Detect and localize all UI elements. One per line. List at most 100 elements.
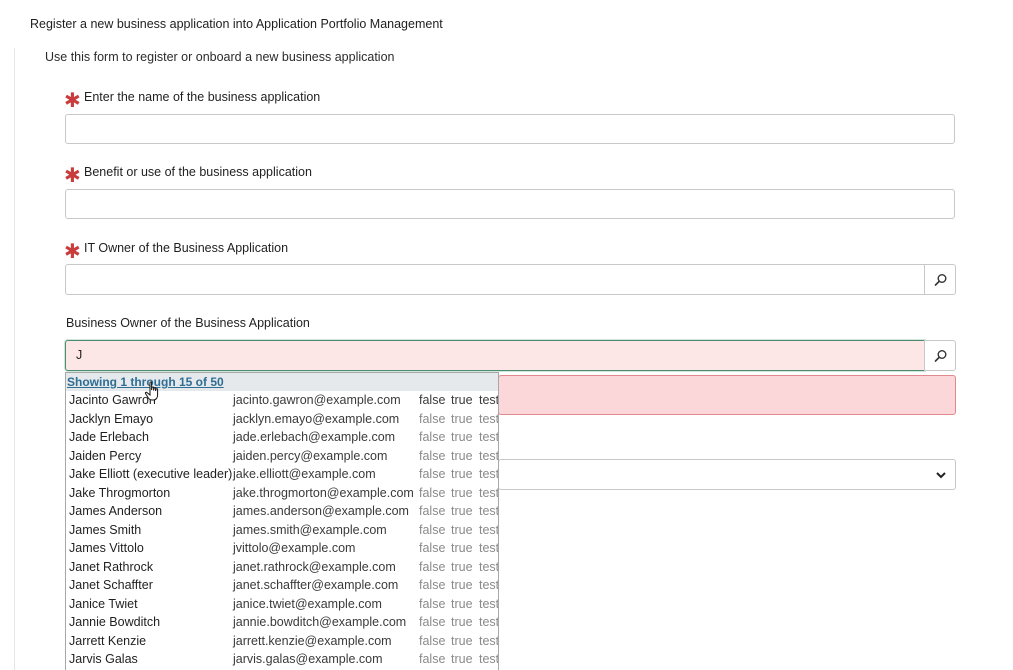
tag-cell: test	[479, 615, 499, 629]
tag-cell: test	[479, 633, 499, 648]
user-email-cell: janice.twiet@example.com	[233, 596, 382, 611]
chevron-down-icon	[936, 472, 946, 479]
flag-cell: false	[419, 522, 446, 537]
flag-cell: true	[451, 411, 473, 426]
user-name-cell: Jacklyn Emayo	[69, 411, 154, 426]
autocomplete-row[interactable]: Jacklyn Emayo jacklyn.emayo@example.com fa…	[66, 410, 498, 429]
autocomplete-row[interactable]: Jarrett Kenzie jarrett.kenzie@example.com…	[66, 632, 498, 651]
autocomplete-row[interactable]: James Anderson james.anderson@example.com…	[66, 502, 498, 521]
tag-cell: test	[479, 467, 499, 481]
section-divider	[14, 48, 15, 670]
catalog-form-page: Register a new business application into…	[0, 0, 1013, 670]
tag-cell: test	[479, 596, 499, 611]
autocomplete-row[interactable]: Jake Throgmorton jake.throgmorton@example…	[66, 484, 498, 503]
user-name-cell: Jarvis Galas	[69, 652, 138, 666]
autocomplete-row[interactable]: Janet Schaffter janet.schaffter@example.c…	[66, 576, 498, 595]
user-name-cell: Jarrett Kenzie	[69, 633, 147, 648]
choice-select[interactable]	[498, 459, 956, 490]
flag-cell: true	[451, 578, 473, 592]
form-description: Use this form to register or onboard a n…	[45, 50, 395, 64]
benefit-input[interactable]	[65, 189, 955, 219]
autocomplete-dropdown: Showing 1 through 15 of 50 Jacinto Gawro…	[65, 372, 499, 670]
benefit-field-label: Benefit or use of the business applicati…	[84, 165, 312, 179]
tag-cell: test	[479, 522, 499, 537]
user-email-cell: janet.schaffter@example.com	[233, 578, 399, 592]
results-count-link[interactable]: Showing 1 through 15 of 50	[66, 373, 498, 391]
business-owner-lookup-button[interactable]	[924, 340, 956, 371]
flag-cell: true	[451, 504, 473, 518]
asterisk-icon: ✱	[64, 88, 81, 112]
flag-cell: true	[451, 485, 473, 500]
flag-cell: false	[419, 485, 446, 500]
flag-cell: true	[451, 652, 473, 666]
user-email-cell: jake.throgmorton@example.com	[233, 485, 414, 500]
it-owner-field-label: IT Owner of the Business Application	[84, 241, 289, 255]
form-title: Register a new business application into…	[30, 17, 443, 31]
user-email-cell: jake.elliott@example.com	[233, 467, 376, 481]
autocomplete-list: Jacinto Gawron jacinto.gawron@example.com…	[66, 391, 498, 669]
flag-cell: false	[419, 411, 446, 426]
user-name-cell: Jacinto Gawron	[69, 393, 156, 407]
user-email-cell: jaiden.percy@example.com	[233, 448, 388, 463]
flag-cell: true	[451, 615, 473, 629]
tag-cell: test	[479, 578, 499, 592]
flag-cell: true	[451, 430, 473, 444]
business-owner-field-label: Business Owner of the Business Applicati…	[66, 316, 310, 330]
hand-pointer-icon	[144, 381, 159, 401]
tag-cell: test	[479, 430, 499, 444]
flag-cell: false	[419, 541, 446, 555]
autocomplete-row[interactable]: Janice Twiet janice.twiet@example.com fals…	[66, 595, 498, 614]
user-name-cell: Jake Elliott (executive leader)	[69, 467, 233, 481]
name-field-label: Enter the name of the business applicati…	[84, 90, 321, 104]
user-name-cell: James Vittolo	[69, 541, 144, 555]
autocomplete-row[interactable]: Jarvis Galas jarvis.galas@example.com fals…	[66, 650, 498, 669]
autocomplete-row[interactable]: James Vittolo jvittolo@example.com false tr…	[66, 539, 498, 558]
application-name-input[interactable]	[65, 114, 955, 144]
tag-cell: test	[479, 559, 499, 574]
autocomplete-row[interactable]: Jaiden Percy jaiden.percy@example.com fals…	[66, 447, 498, 466]
user-email-cell: jarvis.galas@example.com	[233, 652, 383, 666]
asterisk-icon: ✱	[64, 239, 81, 263]
it-owner-input[interactable]	[65, 264, 925, 295]
autocomplete-row[interactable]: James Smith james.smith@example.com false t…	[66, 521, 498, 540]
tag-cell: test	[479, 504, 499, 518]
user-name-cell: Jannie Bowditch	[69, 615, 161, 629]
autocomplete-row[interactable]: Jannie Bowditch jannie.bowditch@example.c…	[66, 613, 498, 632]
business-owner-input[interactable]: J	[65, 340, 925, 371]
user-email-cell: jade.erlebach@example.com	[233, 430, 396, 444]
flag-cell: false	[419, 430, 446, 444]
flag-cell: true	[451, 541, 473, 555]
flag-cell: true	[451, 559, 473, 574]
autocomplete-row[interactable]: Jade Erlebach jade.erlebach@example.com fa…	[66, 428, 498, 447]
tag-cell: test	[479, 541, 499, 555]
user-email-cell: janet.rathrock@example.com	[233, 559, 396, 574]
flag-cell: true	[451, 596, 473, 611]
user-email-cell: jacklyn.emayo@example.com	[233, 411, 400, 426]
flag-cell: false	[419, 448, 446, 463]
autocomplete-row[interactable]: Jacinto Gawron jacinto.gawron@example.com…	[66, 391, 498, 410]
autocomplete-row[interactable]: Janet Rathrock janet.rathrock@example.com…	[66, 558, 498, 577]
flag-cell: false	[419, 596, 446, 611]
tag-cell: test	[479, 485, 499, 500]
flag-cell: false	[419, 504, 446, 518]
flag-cell: false	[419, 633, 446, 648]
flag-cell: false	[419, 393, 446, 407]
it-owner-lookup-button[interactable]	[924, 264, 956, 295]
autocomplete-row[interactable]: Jake Elliott (executive leader) jake.elli…	[66, 465, 498, 484]
user-name-cell: James Smith	[69, 522, 142, 537]
flag-cell: false	[419, 615, 446, 629]
user-name-cell: James Anderson	[69, 504, 163, 518]
tag-cell: test	[479, 652, 499, 666]
tag-cell: test	[479, 411, 499, 426]
user-name-cell: Janet Schaffter	[69, 578, 153, 592]
user-email-cell: jvittolo@example.com	[233, 541, 356, 555]
user-name-cell: Janet Rathrock	[69, 559, 154, 574]
flag-cell: true	[451, 467, 473, 481]
flag-cell: false	[419, 578, 446, 592]
search-icon	[934, 274, 947, 286]
tag-cell: test	[479, 393, 499, 407]
asterisk-icon: ✱	[64, 163, 81, 187]
user-email-cell: james.smith@example.com	[233, 522, 387, 537]
flag-cell: true	[451, 522, 473, 537]
flag-cell: false	[419, 467, 446, 481]
